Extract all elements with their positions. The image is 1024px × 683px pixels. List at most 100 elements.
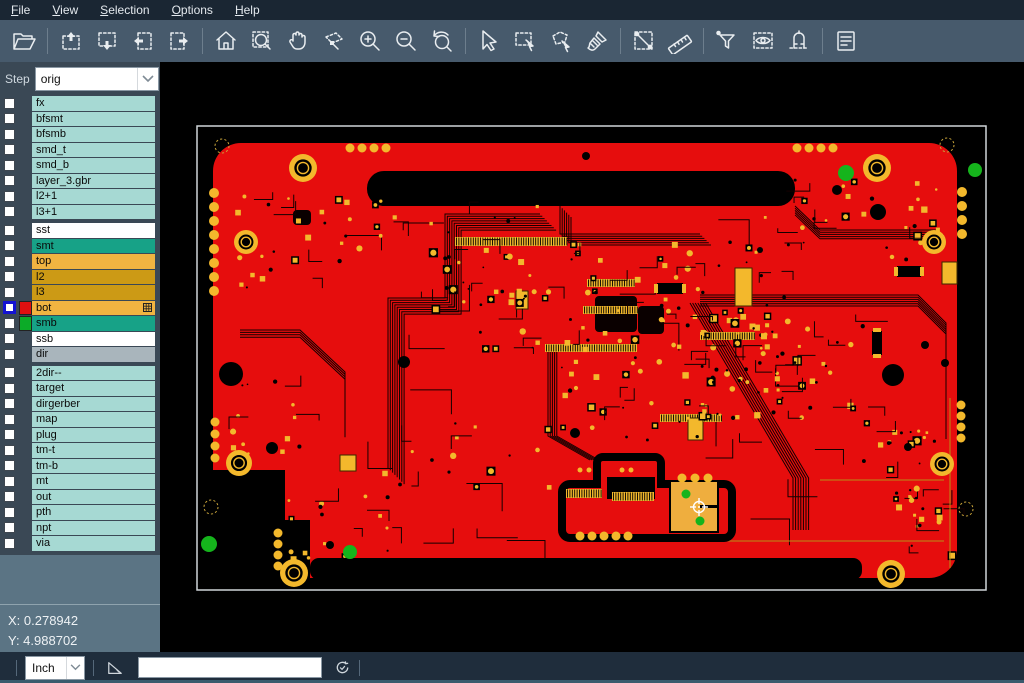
- layer-visibility-checkbox[interactable]: [0, 225, 19, 236]
- layer-row-l3-1[interactable]: l3+1: [0, 205, 160, 220]
- layer-row-l2[interactable]: l2: [0, 270, 160, 285]
- toolbar-pan-hand-button[interactable]: [280, 23, 316, 59]
- menu-item-options[interactable]: Options: [161, 0, 224, 20]
- layer-visibility-checkbox[interactable]: [0, 538, 19, 549]
- layer-row-bfsmt[interactable]: bfsmt: [0, 112, 160, 127]
- layer-visibility-checkbox[interactable]: [0, 129, 19, 140]
- layer-label[interactable]: tm-t: [32, 443, 155, 458]
- layer-row-tm-b[interactable]: tm-b: [0, 459, 160, 474]
- layer-visibility-checkbox[interactable]: [0, 175, 19, 186]
- layer-row-sst[interactable]: sst: [0, 223, 160, 238]
- refresh-icon[interactable]: [334, 659, 351, 676]
- layer-row-smt[interactable]: smt: [0, 239, 160, 254]
- layer-label[interactable]: via: [32, 536, 155, 551]
- layer-visibility-checkbox[interactable]: [0, 271, 19, 282]
- layer-label[interactable]: map: [32, 412, 155, 427]
- layer-label[interactable]: tm-b: [32, 459, 155, 474]
- layer-label[interactable]: pth: [32, 505, 155, 520]
- toolbar-zoom-out-button[interactable]: [388, 23, 424, 59]
- layer-row-smd-b[interactable]: smd_b: [0, 158, 160, 173]
- layer-visibility-checkbox[interactable]: [0, 367, 19, 378]
- layer-row-npt[interactable]: npt: [0, 521, 160, 536]
- toolbar-pan-left-button[interactable]: [125, 23, 161, 59]
- layer-label[interactable]: out: [32, 490, 155, 505]
- pcb-view[interactable]: [160, 62, 1024, 652]
- toolbar-layers-panel-button[interactable]: [828, 23, 864, 59]
- layer-row-ssb[interactable]: ssb: [0, 332, 160, 347]
- layer-label[interactable]: dir: [32, 347, 155, 362]
- layer-label[interactable]: layer_3.gbr: [32, 174, 155, 189]
- layer-label[interactable]: smd_t: [32, 143, 155, 158]
- layer-visibility-checkbox[interactable]: [0, 398, 19, 409]
- toolbar-zoom-previous-button[interactable]: [424, 23, 460, 59]
- layer-row-layer-3-gbr[interactable]: layer_3.gbr: [0, 174, 160, 189]
- toolbar-zoom-in-button[interactable]: [352, 23, 388, 59]
- pcb-canvas[interactable]: [160, 62, 1024, 652]
- chevron-down-icon[interactable]: [137, 68, 158, 90]
- toolbar-select-polygon-button[interactable]: [543, 23, 579, 59]
- layer-visibility-checkbox[interactable]: [0, 98, 19, 109]
- toolbar-measure-line-button[interactable]: [626, 23, 662, 59]
- menu-item-file[interactable]: File: [0, 0, 41, 20]
- layer-row-via[interactable]: via: [0, 536, 160, 551]
- layer-label[interactable]: smt: [32, 239, 155, 254]
- toolbar-snap-button[interactable]: [781, 23, 817, 59]
- chevron-down-icon[interactable]: [66, 657, 84, 679]
- layer-visibility-checkbox[interactable]: [0, 414, 19, 425]
- layer-row-dirgerber[interactable]: dirgerber: [0, 397, 160, 412]
- layer-label[interactable]: sst: [32, 223, 155, 238]
- toolbar-open-file-button[interactable]: [6, 23, 42, 59]
- layer-label[interactable]: fx: [32, 96, 155, 111]
- layer-visibility-checkbox[interactable]: [0, 460, 19, 471]
- layer-row-dir[interactable]: dir: [0, 347, 160, 362]
- layer-visibility-checkbox[interactable]: [0, 445, 19, 456]
- unit-select[interactable]: Inch: [25, 656, 85, 680]
- toolbar-filter-button[interactable]: [709, 23, 745, 59]
- layer-row-fx[interactable]: fx: [0, 96, 160, 111]
- layer-visibility-checkbox[interactable]: [0, 333, 19, 344]
- toolbar-select-rect-button[interactable]: [507, 23, 543, 59]
- layer-row-plug[interactable]: plug: [0, 428, 160, 443]
- layer-row-map[interactable]: map: [0, 412, 160, 427]
- grid-icon[interactable]: [143, 303, 152, 312]
- layer-label[interactable]: bfsmt: [32, 112, 155, 127]
- layer-label[interactable]: smb: [32, 316, 155, 331]
- toolbar-zoom-window-button[interactable]: [244, 23, 280, 59]
- layer-visibility-checkbox[interactable]: [0, 491, 19, 502]
- step-select[interactable]: orig: [35, 67, 159, 91]
- layer-visibility-checkbox[interactable]: [0, 301, 19, 314]
- menu-item-help[interactable]: Help: [224, 0, 271, 20]
- toolbar-home-view-button[interactable]: [208, 23, 244, 59]
- layer-row-l3[interactable]: l3: [0, 285, 160, 300]
- angle-measure-icon[interactable]: [106, 660, 124, 676]
- layer-visibility-checkbox[interactable]: [0, 256, 19, 267]
- layer-label[interactable]: ssb: [32, 332, 155, 347]
- layer-label[interactable]: npt: [32, 521, 155, 536]
- menu-item-view[interactable]: View: [41, 0, 89, 20]
- layer-row-bfsmb[interactable]: bfsmb: [0, 127, 160, 142]
- layer-visibility-checkbox[interactable]: [0, 240, 19, 251]
- layer-visibility-checkbox[interactable]: [0, 191, 19, 202]
- layer-label[interactable]: l3+1: [32, 205, 155, 220]
- layer-visibility-checkbox[interactable]: [0, 206, 19, 217]
- toolbar-zoom-polygon-button[interactable]: [316, 23, 352, 59]
- layer-label[interactable]: l2+1: [32, 189, 155, 204]
- layer-row-target[interactable]: target: [0, 381, 160, 396]
- toolbar-pan-right-button[interactable]: [161, 23, 197, 59]
- layer-row-bot[interactable]: bot: [0, 301, 160, 316]
- toolbar-view-area-button[interactable]: [745, 23, 781, 59]
- layer-label[interactable]: bot: [32, 301, 155, 316]
- layer-label[interactable]: plug: [32, 428, 155, 443]
- layer-visibility-checkbox[interactable]: [0, 113, 19, 124]
- layer-label[interactable]: top: [32, 254, 155, 269]
- layer-row-smb[interactable]: smb: [0, 316, 160, 331]
- layer-row-2dir-[interactable]: 2dir--: [0, 366, 160, 381]
- toolbar-pan-down-button[interactable]: [89, 23, 125, 59]
- layer-visibility-checkbox[interactable]: [0, 144, 19, 155]
- layer-color-swatch[interactable]: [19, 301, 32, 316]
- toolbar-select-cursor-button[interactable]: [471, 23, 507, 59]
- layer-label[interactable]: dirgerber: [32, 397, 155, 412]
- layer-row-out[interactable]: out: [0, 490, 160, 505]
- layer-visibility-checkbox[interactable]: [0, 476, 19, 487]
- toolbar-ruler-button[interactable]: [662, 23, 698, 59]
